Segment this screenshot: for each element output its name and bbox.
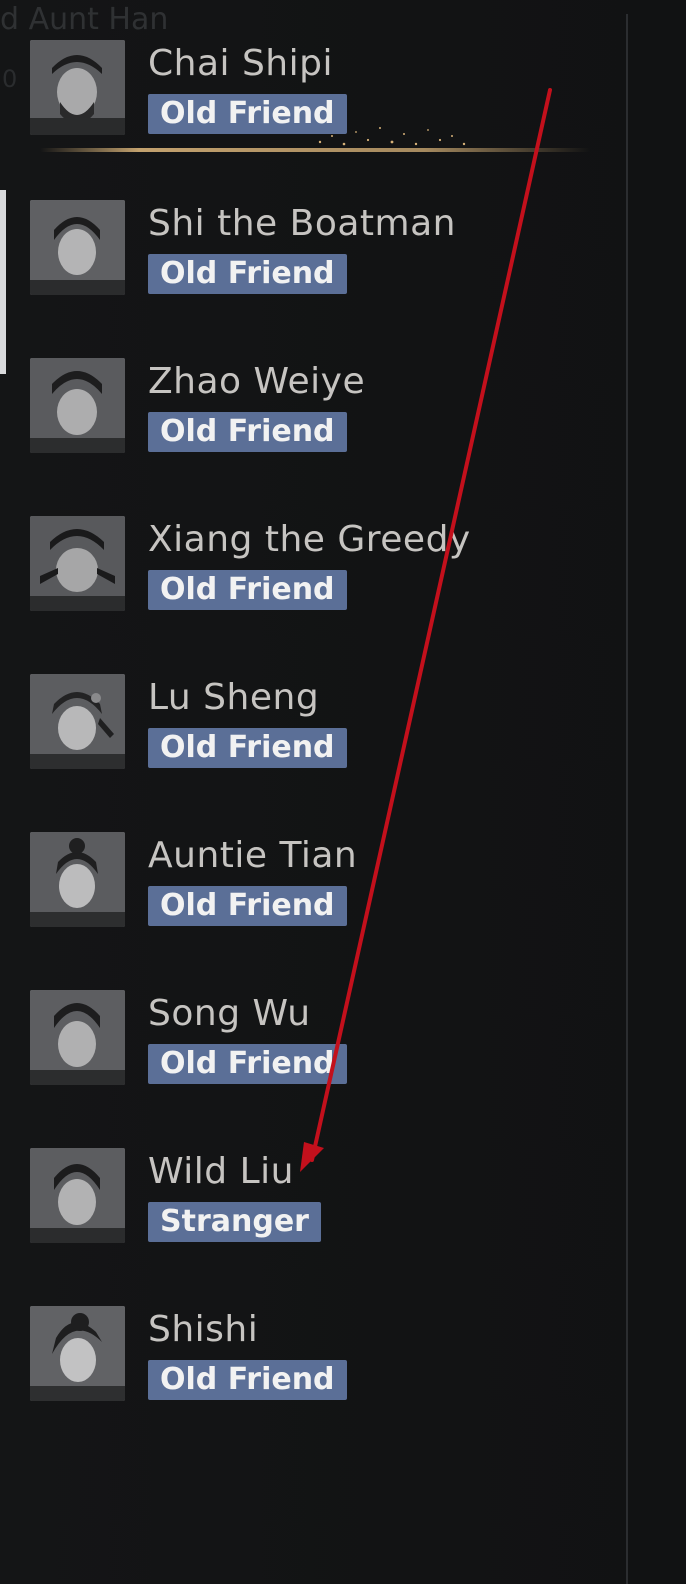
- portrait-avatar-icon: [30, 40, 125, 135]
- portrait-song-wu: [30, 990, 125, 1085]
- relation-badge: Old Friend: [148, 1360, 347, 1400]
- contact-item-shishi[interactable]: Shishi Old Friend: [30, 1306, 590, 1416]
- contact-item-lu-sheng[interactable]: Lu Sheng Old Friend: [30, 674, 590, 784]
- contact-item-zhao-weiye[interactable]: Zhao Weiye Old Friend: [30, 358, 590, 468]
- contact-name: Song Wu: [148, 993, 311, 1034]
- portrait-avatar-icon: [30, 674, 125, 769]
- contact-name: Shi the Boatman: [148, 203, 456, 244]
- relation-badge: Old Friend: [148, 1044, 347, 1084]
- contact-list: Chai Shipi Old Friend Shi the Boatman Ol…: [0, 0, 620, 1584]
- contact-name: Chai Shipi: [148, 43, 333, 84]
- portrait-shi-the-boatman: [30, 200, 125, 295]
- portrait-avatar-icon: [30, 516, 125, 611]
- contact-name: Auntie Tian: [148, 835, 358, 876]
- portrait-lu-sheng: [30, 674, 125, 769]
- contact-item-song-wu[interactable]: Song Wu Old Friend: [30, 990, 590, 1100]
- relation-badge: Stranger: [148, 1202, 321, 1242]
- sparkle-decoration: [318, 127, 466, 146]
- portrait-wild-liu: [30, 1148, 125, 1243]
- portrait-xiang-the-greedy: [30, 516, 125, 611]
- portrait-avatar-icon: [30, 200, 125, 295]
- contact-item-wild-liu[interactable]: Wild Liu Stranger: [30, 1148, 590, 1258]
- portrait-auntie-tian: [30, 832, 125, 927]
- right-divider: [626, 14, 628, 1584]
- contact-name: Xiang the Greedy: [148, 519, 471, 560]
- portrait-shishi: [30, 1306, 125, 1401]
- contact-item-xiang-the-greedy[interactable]: Xiang the Greedy Old Friend: [30, 516, 590, 626]
- relation-badge: Old Friend: [148, 728, 347, 768]
- portrait-avatar-icon: [30, 358, 125, 453]
- portrait-avatar-icon: [30, 1306, 125, 1401]
- portrait-zhao-weiye: [30, 358, 125, 453]
- contact-item-auntie-tian[interactable]: Auntie Tian Old Friend: [30, 832, 590, 942]
- portrait-avatar-icon: [30, 990, 125, 1085]
- portrait-chai-shipi: [30, 40, 125, 135]
- contact-name: Zhao Weiye: [148, 361, 366, 402]
- relation-badge: Old Friend: [148, 886, 347, 926]
- relation-badge: Old Friend: [148, 254, 347, 294]
- contact-name: Shishi: [148, 1309, 259, 1350]
- portrait-avatar-icon: [30, 1148, 125, 1243]
- contact-name: Lu Sheng: [148, 677, 320, 718]
- relation-badge: Old Friend: [148, 412, 347, 452]
- portrait-avatar-icon: [30, 832, 125, 927]
- contact-name: Wild Liu: [148, 1151, 294, 1192]
- relation-badge: Old Friend: [148, 570, 347, 610]
- contact-item-shi-the-boatman[interactable]: Shi the Boatman Old Friend: [30, 200, 590, 310]
